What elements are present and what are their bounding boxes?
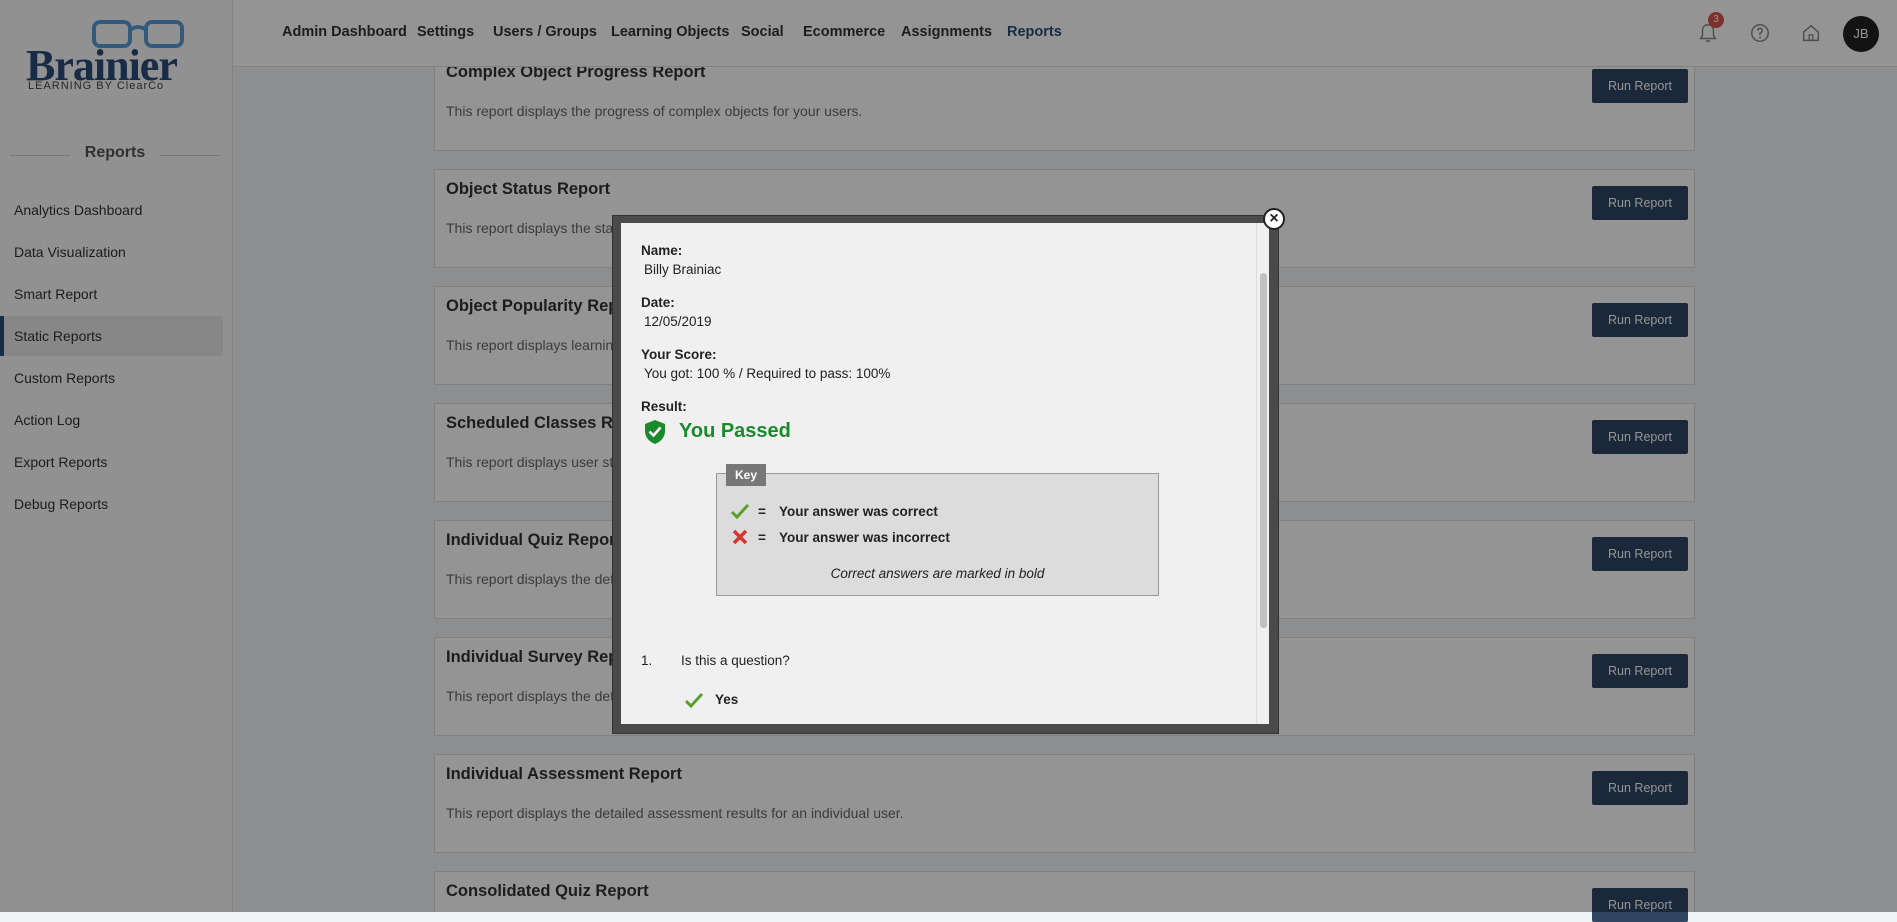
score-value: You got: 100 % / Required to pass: 100% xyxy=(644,366,891,381)
check-icon xyxy=(685,692,703,708)
quiz-result-modal: Name: Billy Brainiac Date: 12/05/2019 Yo… xyxy=(612,215,1279,734)
shield-check-icon xyxy=(645,420,665,444)
modal-content: Name: Billy Brainiac Date: 12/05/2019 Yo… xyxy=(621,223,1269,724)
close-button[interactable]: × xyxy=(1263,208,1285,230)
answer-key: Key = Your answer was correct = Your ans… xyxy=(716,464,1159,596)
name-value: Billy Brainiac xyxy=(644,262,722,277)
date-value: 12/05/2019 xyxy=(644,314,712,329)
answer-text: Yes xyxy=(715,692,739,707)
question-text: Is this a question? xyxy=(681,653,790,668)
key-tag: Key xyxy=(726,464,766,486)
result-passed: You Passed xyxy=(679,420,791,442)
modal-scrollbar[interactable] xyxy=(1256,223,1269,724)
check-icon xyxy=(731,503,749,519)
result-label: Result: xyxy=(641,399,687,414)
date-label: Date: xyxy=(641,295,675,310)
question-number: 1. xyxy=(641,653,653,668)
key-note: Correct answers are marked in bold xyxy=(830,566,1045,581)
score-label: Your Score: xyxy=(641,347,717,362)
name-label: Name: xyxy=(641,243,683,258)
x-mark-icon xyxy=(732,529,748,545)
scrollbar-thumb[interactable] xyxy=(1260,273,1267,628)
